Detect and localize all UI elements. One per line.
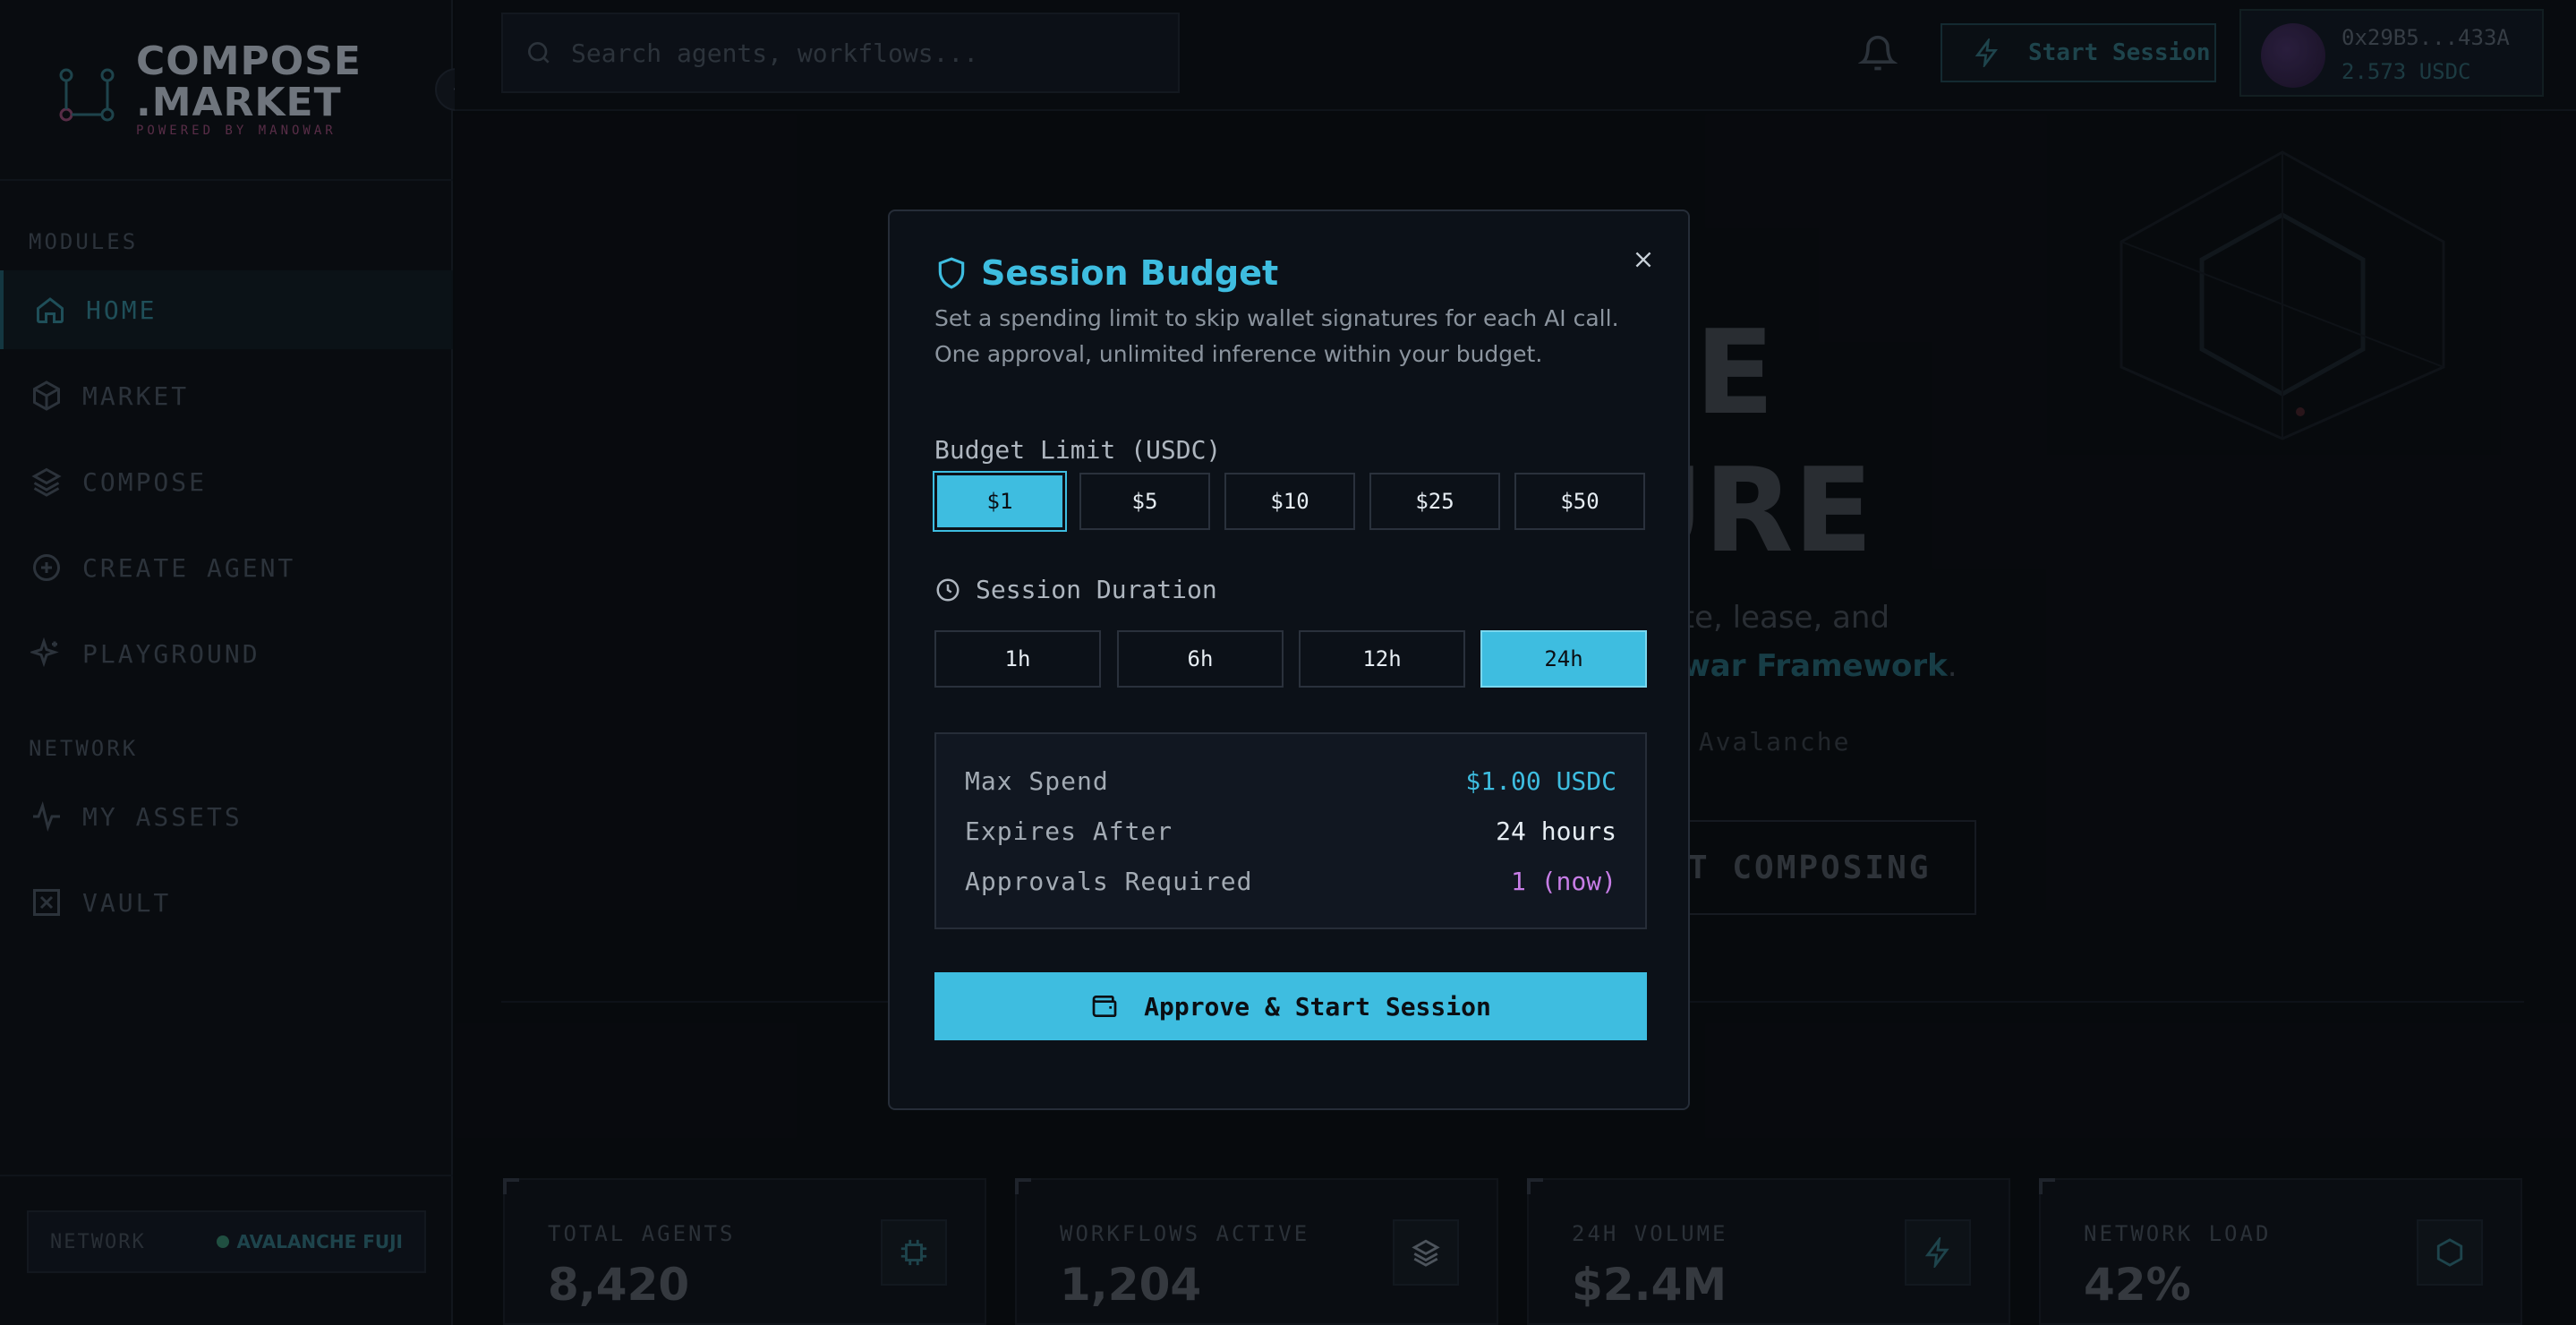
budget-option-50[interactable]: $50 [1514, 473, 1645, 530]
budget-option-25[interactable]: $25 [1369, 473, 1500, 530]
session-summary: Max Spend $1.00 USDC Expires After 24 ho… [934, 732, 1647, 929]
summary-value: 1 (now) [1510, 866, 1616, 896]
dialog-title: Session Budget [981, 253, 1279, 293]
duration-option-6h[interactable]: 6h [1117, 630, 1284, 688]
budget-limit-label-text: Budget Limit (USDC) [934, 435, 1222, 465]
summary-value: $1.00 USDC [1465, 765, 1616, 796]
duration-option-1h[interactable]: 1h [934, 630, 1101, 688]
close-icon [1635, 252, 1651, 268]
duration-option-24h[interactable]: 24h [1480, 630, 1647, 688]
summary-row-approvals: Approvals Required 1 (now) [965, 863, 1616, 899]
summary-key: Expires After [965, 816, 1173, 846]
budget-option-10[interactable]: $10 [1224, 473, 1355, 530]
session-duration-label: Session Duration [934, 575, 1217, 604]
wallet-icon [1092, 996, 1117, 1017]
approve-start-session-button[interactable]: Approve & Start Session [934, 972, 1647, 1040]
summary-value: 24 hours [1496, 816, 1616, 846]
duration-option-12h[interactable]: 12h [1299, 630, 1465, 688]
shield-icon [938, 257, 965, 289]
summary-row-expires: Expires After 24 hours [965, 813, 1616, 849]
approve-button-label: Approve & Start Session [1144, 991, 1491, 1022]
budget-option-5[interactable]: $5 [1079, 473, 1210, 530]
summary-key: Max Spend [965, 765, 1109, 796]
close-button[interactable] [1625, 242, 1661, 278]
summary-row-max-spend: Max Spend $1.00 USDC [965, 763, 1616, 799]
budget-option-1[interactable]: $1 [934, 473, 1065, 530]
clock-icon [936, 578, 960, 601]
budget-limit-label: Budget Limit (USDC) [934, 435, 1221, 465]
session-budget-dialog: Session Budget Set a spending limit to s… [888, 209, 1690, 1110]
summary-key: Approvals Required [965, 866, 1253, 896]
dialog-description: Set a spending limit to skip wallet sign… [934, 305, 1619, 367]
session-duration-label-text: Session Duration [976, 575, 1217, 604]
